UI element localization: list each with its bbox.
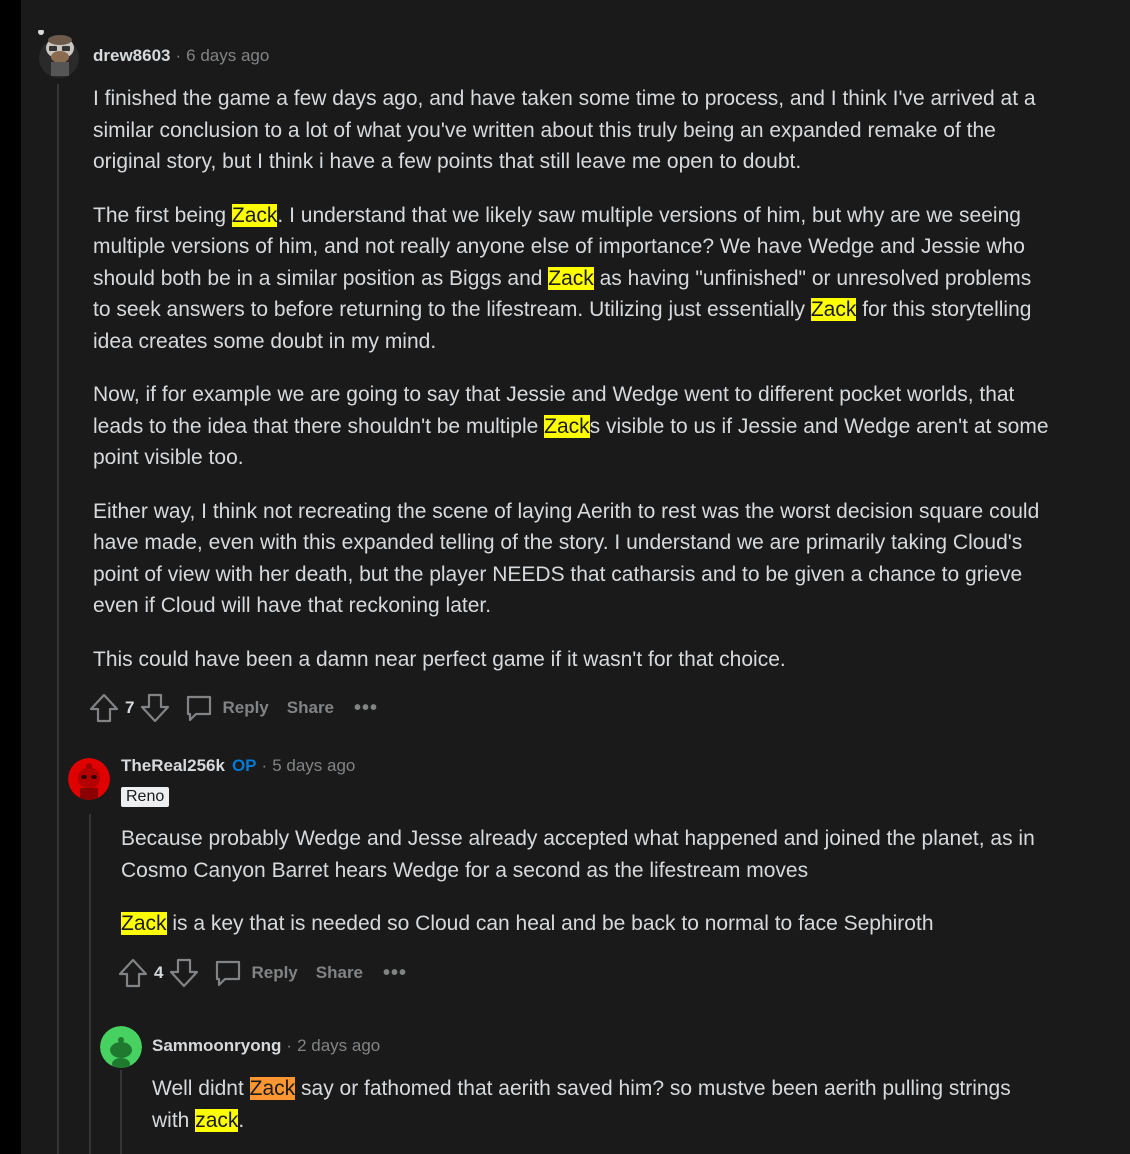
comment-paragraph: I finished the game a few days ago, and … bbox=[93, 87, 1036, 173]
comment-paragraph: This could have been a damn near perfect… bbox=[93, 647, 786, 671]
more-options-button[interactable]: ••• bbox=[354, 698, 378, 718]
comment-paragraph: Zack is a key that is needed so Cloud ca… bbox=[121, 908, 1051, 940]
search-highlight: Zack bbox=[231, 203, 278, 227]
search-highlight: Zack bbox=[121, 912, 167, 935]
separator-dot: · bbox=[175, 46, 182, 65]
username[interactable]: TheReal256k bbox=[121, 756, 225, 776]
text-run: is a key that is needed so Cloud can hea… bbox=[166, 912, 934, 935]
username[interactable]: Sammoonryong bbox=[152, 1036, 281, 1056]
snoo-avatar-icon bbox=[68, 758, 110, 800]
snoo-avatar-icon bbox=[100, 1026, 142, 1068]
comment-bubble-icon bbox=[213, 958, 243, 988]
text-run: . bbox=[238, 1108, 245, 1132]
thread-line-1[interactable] bbox=[57, 84, 59, 1154]
comment-actions: 4 Reply Share ••• bbox=[118, 955, 407, 991]
search-highlight: Zack bbox=[544, 414, 590, 438]
separator-dot: · bbox=[286, 1036, 293, 1055]
vote-count: 4 bbox=[154, 963, 164, 982]
comment-meta: TheReal256k OP · 5 days ago bbox=[121, 756, 355, 776]
comment-paragraph: Now, if for example we are going to say … bbox=[93, 379, 1053, 474]
comment-paragraph: Because probably Wedge and Jesse already… bbox=[121, 827, 1035, 882]
timestamp[interactable]: 2 days ago bbox=[297, 1036, 380, 1056]
text-run: Well didnt bbox=[152, 1077, 250, 1100]
upvote-icon[interactable] bbox=[118, 957, 148, 989]
vote-count: 7 bbox=[125, 698, 135, 717]
comment-body: I finished the game a few days ago, and … bbox=[93, 83, 1053, 675]
reply-button[interactable]: Reply bbox=[213, 958, 298, 988]
separator-dot: · bbox=[261, 756, 268, 775]
thread-line-2[interactable] bbox=[89, 814, 91, 1154]
search-highlight: Zack bbox=[548, 266, 594, 290]
reply-button[interactable]: Reply bbox=[184, 693, 269, 723]
share-button[interactable]: Share bbox=[287, 698, 334, 718]
comment-paragraph: Either way, I think not recreating the s… bbox=[93, 499, 1040, 618]
username[interactable]: drew8603 bbox=[93, 46, 171, 66]
comment-paragraph: The first being Zack. I understand that … bbox=[93, 200, 1053, 358]
downvote-icon[interactable] bbox=[140, 692, 170, 724]
avatar-sammoonryong[interactable] bbox=[100, 1026, 142, 1068]
comment-body: Well didnt Zack say or fathomed that aer… bbox=[152, 1073, 1032, 1136]
share-button[interactable]: Share bbox=[316, 963, 363, 983]
avatar-thereal256k[interactable] bbox=[68, 758, 110, 800]
comment-body: Because probably Wedge and Jesse already… bbox=[121, 823, 1051, 940]
timestamp[interactable]: 6 days ago bbox=[186, 46, 269, 66]
downvote-icon[interactable] bbox=[169, 957, 199, 989]
comment-actions: 7 Reply Share ••• bbox=[89, 690, 378, 726]
upvote-icon[interactable] bbox=[89, 692, 119, 724]
comment-meta: Sammoonryong · 2 days ago bbox=[152, 1036, 380, 1056]
comment-paragraph: Well didnt Zack say or fathomed that aer… bbox=[152, 1073, 1032, 1136]
more-options-button[interactable]: ••• bbox=[383, 963, 407, 983]
comment-thread: drew8603 · 6 days ago I finished the gam… bbox=[21, 0, 1130, 1154]
snoo-avatar-icon bbox=[38, 29, 79, 78]
reply-label: Reply bbox=[251, 963, 298, 982]
comment-bubble-icon bbox=[184, 693, 214, 723]
search-highlight-current: Zack bbox=[249, 1077, 296, 1100]
reply-label: Reply bbox=[222, 698, 269, 717]
text-run: The first being bbox=[93, 203, 232, 227]
search-highlight: zack bbox=[195, 1108, 239, 1132]
thread-line-3[interactable] bbox=[120, 1070, 122, 1154]
timestamp[interactable]: 5 days ago bbox=[272, 756, 355, 776]
comment-meta: drew8603 · 6 days ago bbox=[93, 46, 269, 66]
left-edge-bar bbox=[0, 0, 21, 1154]
op-badge: OP bbox=[231, 756, 257, 775]
search-highlight: Zack bbox=[810, 298, 857, 321]
avatar-drew8603[interactable] bbox=[37, 29, 81, 78]
user-flair: Reno bbox=[121, 787, 170, 807]
